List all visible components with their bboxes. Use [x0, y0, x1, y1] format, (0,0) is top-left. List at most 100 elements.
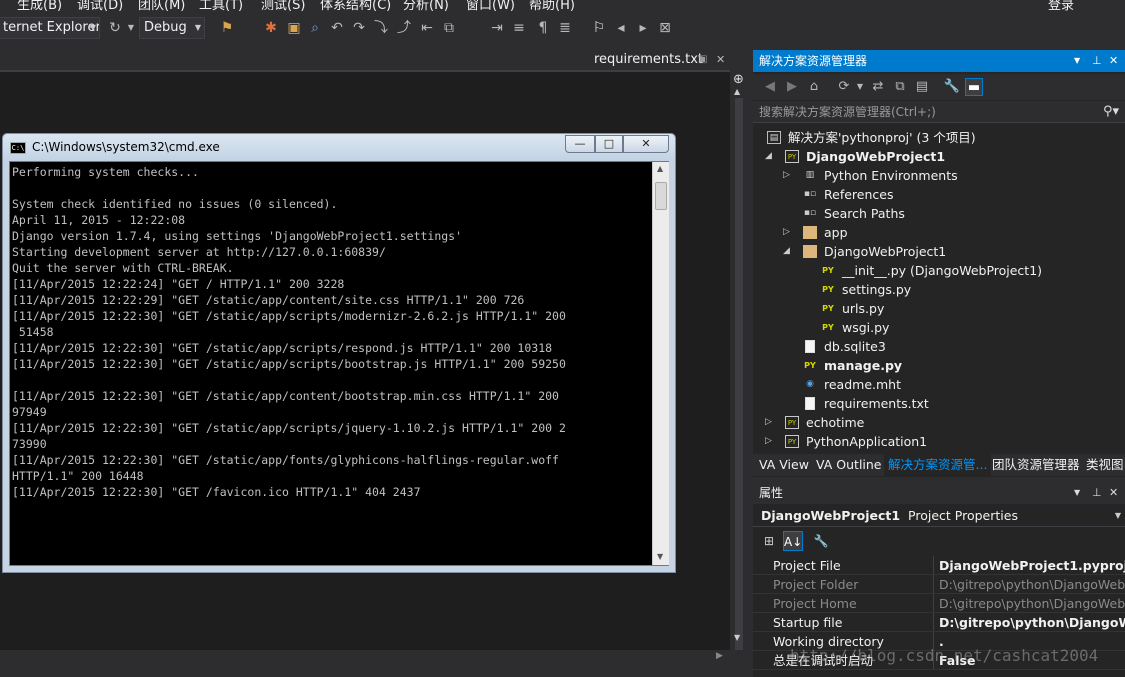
- step-out-icon[interactable]: ⤴: [395, 19, 413, 37]
- refresh-icon[interactable]: ⇄: [869, 78, 887, 96]
- step-icon[interactable]: ↶: [328, 19, 346, 37]
- collapsed-arrow-icon[interactable]: ▷: [783, 223, 790, 242]
- close-icon[interactable]: ✕: [716, 49, 725, 70]
- step-over-icon[interactable]: ↷: [350, 19, 368, 37]
- browser-select[interactable]: ternet Explorer ▼: [0, 17, 100, 39]
- search-icon[interactable]: ⚲▾: [1103, 101, 1119, 123]
- tree-item-settings-py[interactable]: PY settings.py: [753, 280, 1125, 299]
- property-row[interactable]: Project File DjangoWebProject1.pyproj: [753, 556, 1125, 575]
- chevron-down-icon[interactable]: ▼: [1074, 50, 1080, 72]
- tree-item-requirements-txt[interactable]: requirements.txt: [753, 394, 1125, 413]
- properties-wrench-icon[interactable]: 🔧: [943, 78, 961, 96]
- comment-icon[interactable]: ⧉: [440, 19, 458, 37]
- close-button[interactable]: ✕: [623, 135, 669, 153]
- sign-in-link[interactable]: 登录: [1048, 0, 1074, 12]
- tree-item-project-pythonapplication1[interactable]: ▷ PY PythonApplication1: [753, 432, 1125, 451]
- back-icon[interactable]: ◀: [761, 78, 779, 96]
- scroll-thumb[interactable]: [735, 98, 743, 677]
- menu-team[interactable]: 团队(M): [138, 0, 185, 12]
- chevron-down-icon[interactable]: ▼: [851, 78, 869, 96]
- folder-open-icon[interactable]: ▣: [285, 19, 303, 37]
- bookmark-icon[interactable]: ⚐: [590, 19, 608, 37]
- tree-item-wsgi-py[interactable]: PY wsgi.py: [753, 318, 1125, 337]
- menu-architecture[interactable]: 体系结构(C): [320, 0, 391, 12]
- tab-class-view[interactable]: 类视图: [1086, 454, 1124, 476]
- chevron-down-icon[interactable]: ▼: [1115, 505, 1121, 527]
- maximize-button[interactable]: □: [595, 135, 623, 153]
- tree-item-urls-py[interactable]: PY urls.py: [753, 299, 1125, 318]
- tab-va-view[interactable]: VA View: [759, 454, 809, 476]
- tab-requirements-txt[interactable]: requirements.txt ▣ ✕: [588, 49, 733, 70]
- property-row[interactable]: Project Home D:\gitrepo\python\DjangoWeb…: [753, 594, 1125, 613]
- properties-object-selector[interactable]: DjangoWebProject1 Project Properties ▼: [753, 505, 1125, 527]
- console-scrollbar[interactable]: ▲ ▼: [652, 162, 669, 565]
- chevron-down-icon[interactable]: ▼: [1074, 482, 1080, 504]
- scroll-up-icon[interactable]: ▲: [734, 87, 740, 96]
- scroll-right-icon[interactable]: ▶: [716, 651, 723, 661]
- bug-icon[interactable]: ✱: [262, 19, 280, 37]
- cmd-console[interactable]: Performing system checks... System check…: [9, 161, 669, 566]
- expanded-arrow-icon[interactable]: ◢: [783, 242, 790, 261]
- tree-item-init-py[interactable]: PY __init__.py (DjangoWebProject1): [753, 261, 1125, 280]
- home-icon[interactable]: ⌂: [805, 78, 823, 96]
- property-row[interactable]: Project Folder D:\gitrepo\python\DjangoW…: [753, 575, 1125, 594]
- align-icon[interactable]: ≣: [556, 19, 574, 37]
- collapse-all-icon[interactable]: ⧉: [891, 78, 909, 96]
- preview-icon[interactable]: ▬: [965, 78, 983, 96]
- scroll-thumb[interactable]: [655, 182, 667, 210]
- uncomment-icon[interactable]: ≡: [510, 19, 528, 37]
- tree-item-solution[interactable]: ▤ 解决方案'pythonproj' (3 个项目): [753, 128, 1125, 147]
- pin-icon[interactable]: ⊥: [1092, 50, 1102, 72]
- pin-icon[interactable]: ▣: [698, 49, 707, 70]
- split-icon[interactable]: ⊕: [733, 72, 744, 87]
- tree-item-readme-mht[interactable]: ◉ readme.mht: [753, 375, 1125, 394]
- cmd-titlebar[interactable]: C:\ C:\Windows\system32\cmd.exe — □ ✕: [3, 134, 675, 161]
- menu-window[interactable]: 窗口(W): [466, 0, 515, 12]
- menu-debug[interactable]: 调试(D): [77, 0, 123, 12]
- tree-item-folder-djangowebproject1[interactable]: ◢ DjangoWebProject1: [753, 242, 1125, 261]
- outdent-icon[interactable]: ⇤: [418, 19, 436, 37]
- tree-item-python-environments[interactable]: ▷ ▥ Python Environments: [753, 166, 1125, 185]
- categorized-icon[interactable]: ⊞: [759, 531, 779, 551]
- indent-icon[interactable]: ⇥: [488, 19, 506, 37]
- expanded-arrow-icon[interactable]: ◢: [765, 147, 772, 166]
- pin-icon[interactable]: ⊥: [1092, 482, 1102, 504]
- tree-item-app[interactable]: ▷ app: [753, 223, 1125, 242]
- properties-titlebar[interactable]: 属性 ▼ ⊥ ✕: [753, 482, 1125, 504]
- menu-build[interactable]: 生成(B): [17, 0, 62, 12]
- format-icon[interactable]: ¶: [534, 19, 552, 37]
- close-icon[interactable]: ✕: [1109, 482, 1118, 504]
- close-icon[interactable]: ✕: [1109, 50, 1118, 72]
- solution-explorer-titlebar[interactable]: 解决方案资源管理器 ▼ ⊥ ✕: [753, 50, 1125, 72]
- minimize-button[interactable]: —: [565, 135, 595, 153]
- collapsed-arrow-icon[interactable]: ▷: [765, 413, 772, 432]
- chevron-down-icon[interactable]: ▼: [122, 19, 140, 37]
- tab-solution-explorer[interactable]: 解决方案资源管...: [884, 454, 992, 476]
- forward-icon[interactable]: ▶: [783, 78, 801, 96]
- tree-item-references[interactable]: ▪▫ References: [753, 185, 1125, 204]
- property-pages-wrench-icon[interactable]: 🔧: [811, 531, 831, 551]
- scroll-down-icon[interactable]: ▼: [734, 633, 740, 642]
- menu-analyze[interactable]: 分析(N): [403, 0, 449, 12]
- editor-vertical-scrollbar[interactable]: ⊕ ▲ ▼: [731, 70, 747, 677]
- show-all-files-icon[interactable]: ▤: [913, 78, 931, 96]
- tree-item-db-sqlite3[interactable]: db.sqlite3: [753, 337, 1125, 356]
- scroll-down-icon[interactable]: ▼: [657, 552, 663, 561]
- prev-bookmark-icon[interactable]: ◂: [612, 19, 630, 37]
- tree-item-manage-py[interactable]: PY manage.py: [753, 356, 1125, 375]
- cmd-window[interactable]: C:\ C:\Windows\system32\cmd.exe — □ ✕ Pe…: [2, 133, 676, 573]
- editor-horizontal-scrollbar[interactable]: ▶: [0, 650, 747, 666]
- configuration-select[interactable]: Debug ▼: [139, 17, 205, 39]
- solution-search-input[interactable]: 搜索解决方案资源管理器(Ctrl+;) ⚲▾: [753, 101, 1125, 123]
- step-into-icon[interactable]: ⤵: [372, 19, 390, 37]
- clear-bookmarks-icon[interactable]: ⊠: [656, 19, 674, 37]
- scroll-up-icon[interactable]: ▲: [657, 164, 663, 173]
- property-row[interactable]: Startup file D:\gitrepo\python\DjangoWe: [753, 613, 1125, 632]
- tab-team-explorer[interactable]: 团队资源管理器: [992, 454, 1080, 476]
- menu-test[interactable]: 测试(S): [261, 0, 305, 12]
- alphabetical-icon[interactable]: A↓: [783, 531, 803, 551]
- menu-help[interactable]: 帮助(H): [529, 0, 575, 12]
- next-bookmark-icon[interactable]: ▸: [634, 19, 652, 37]
- collapsed-arrow-icon[interactable]: ▷: [783, 166, 790, 185]
- tab-va-outline[interactable]: VA Outline: [816, 454, 882, 476]
